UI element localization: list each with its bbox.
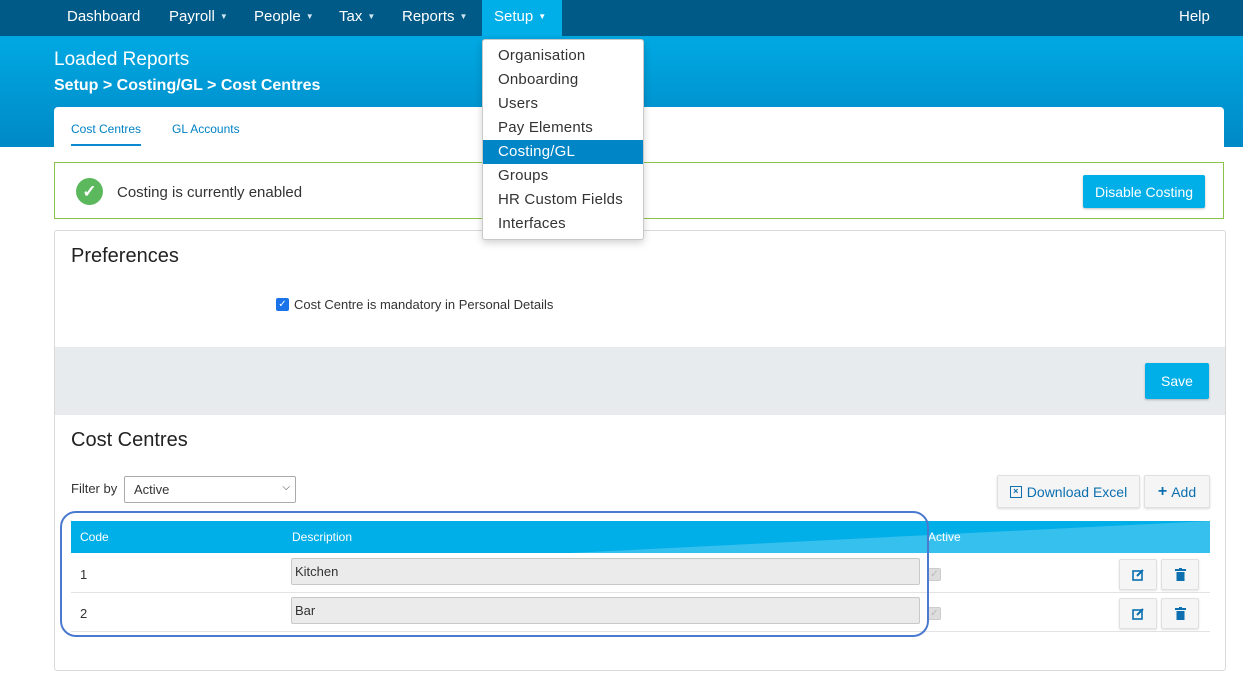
caret-down-icon: ▼ bbox=[219, 12, 228, 21]
menu-item-onboarding[interactable]: Onboarding bbox=[483, 68, 643, 92]
download-excel-button[interactable]: × Download Excel bbox=[997, 475, 1140, 508]
chevron-down-icon: ⌵ bbox=[282, 482, 290, 493]
excel-icon: × bbox=[1009, 485, 1022, 498]
add-button[interactable]: + Add bbox=[1144, 475, 1210, 508]
nav-dashboard[interactable]: Dashboard bbox=[67, 0, 140, 36]
disable-costing-button[interactable]: Disable Costing bbox=[1083, 175, 1205, 208]
menu-item-groups[interactable]: Groups bbox=[483, 164, 643, 188]
active-checkbox: ✓ bbox=[928, 607, 941, 620]
setup-dropdown-menu: Organisation Onboarding Users Pay Elemen… bbox=[482, 39, 644, 240]
cost-centre-mandatory-checkbox[interactable]: ✓ bbox=[276, 298, 289, 311]
menu-item-costing-gl[interactable]: Costing/GL bbox=[483, 140, 643, 164]
menu-item-organisation[interactable]: Organisation bbox=[483, 44, 643, 68]
trash-icon bbox=[1174, 568, 1186, 581]
nav-reports-label: Reports bbox=[402, 8, 455, 25]
plus-icon: + bbox=[1157, 482, 1168, 500]
filter-select-value: Active bbox=[134, 482, 170, 497]
nav-people-label: People bbox=[254, 8, 301, 25]
nav-payroll-label: Payroll bbox=[169, 8, 215, 25]
caret-down-icon: ▼ bbox=[367, 12, 376, 21]
filter-select[interactable]: Active ⌵ bbox=[124, 476, 296, 503]
nav-tax-label: Tax bbox=[339, 8, 363, 25]
highlight-annotation bbox=[60, 511, 929, 637]
download-excel-label: Download Excel bbox=[1026, 483, 1128, 500]
check-circle-icon: ✓ bbox=[76, 178, 103, 205]
nav-reports[interactable]: Reports ▼ bbox=[402, 0, 467, 36]
nav-payroll[interactable]: Payroll ▼ bbox=[169, 0, 228, 36]
add-label: Add bbox=[1171, 483, 1197, 500]
nav-people[interactable]: People ▼ bbox=[254, 0, 314, 36]
page-title: Loaded Reports bbox=[54, 49, 190, 70]
column-header-active: Active bbox=[928, 530, 961, 544]
top-navbar: Dashboard Payroll ▼ People ▼ Tax ▼ Reports ▼… bbox=[0, 0, 1243, 36]
nav-setup-label: Setup bbox=[494, 8, 534, 25]
save-bar: Save bbox=[55, 347, 1225, 415]
nav-tax[interactable]: Tax ▼ bbox=[339, 0, 375, 36]
nav-help[interactable]: Help bbox=[1179, 0, 1210, 36]
save-button[interactable]: Save bbox=[1145, 363, 1209, 399]
filter-label: Filter by bbox=[71, 481, 118, 496]
trash-icon bbox=[1174, 607, 1186, 620]
menu-item-pay-elements[interactable]: Pay Elements bbox=[483, 116, 643, 140]
delete-button[interactable] bbox=[1161, 559, 1199, 590]
tab-cost-centres[interactable]: Cost Centres bbox=[71, 122, 142, 146]
edit-icon bbox=[1131, 569, 1144, 581]
nav-setup[interactable]: Setup ▼ bbox=[482, 0, 562, 36]
breadcrumb: Setup > Costing/GL > Cost Centres bbox=[54, 77, 321, 94]
delete-button[interactable] bbox=[1161, 598, 1199, 629]
preferences-heading: Preferences bbox=[71, 245, 179, 267]
tab-gl-accounts[interactable]: GL Accounts bbox=[172, 122, 240, 136]
menu-item-interfaces[interactable]: Interfaces bbox=[483, 212, 643, 236]
edit-button[interactable] bbox=[1119, 598, 1157, 629]
alert-text: Costing is currently enabled bbox=[117, 184, 303, 201]
active-checkbox: ✓ bbox=[928, 568, 941, 581]
menu-item-hr-custom-fields[interactable]: HR Custom Fields bbox=[483, 188, 643, 212]
nav-dashboard-label: Dashboard bbox=[67, 8, 141, 25]
caret-down-icon: ▼ bbox=[538, 12, 547, 21]
cost-centres-heading: Cost Centres bbox=[71, 429, 188, 451]
caret-down-icon: ▼ bbox=[305, 12, 314, 21]
caret-down-icon: ▼ bbox=[459, 12, 468, 21]
edit-icon bbox=[1131, 608, 1144, 620]
menu-item-users[interactable]: Users bbox=[483, 92, 643, 116]
cost-centre-mandatory-label: Cost Centre is mandatory in Personal Det… bbox=[294, 297, 554, 312]
edit-button[interactable] bbox=[1119, 559, 1157, 590]
